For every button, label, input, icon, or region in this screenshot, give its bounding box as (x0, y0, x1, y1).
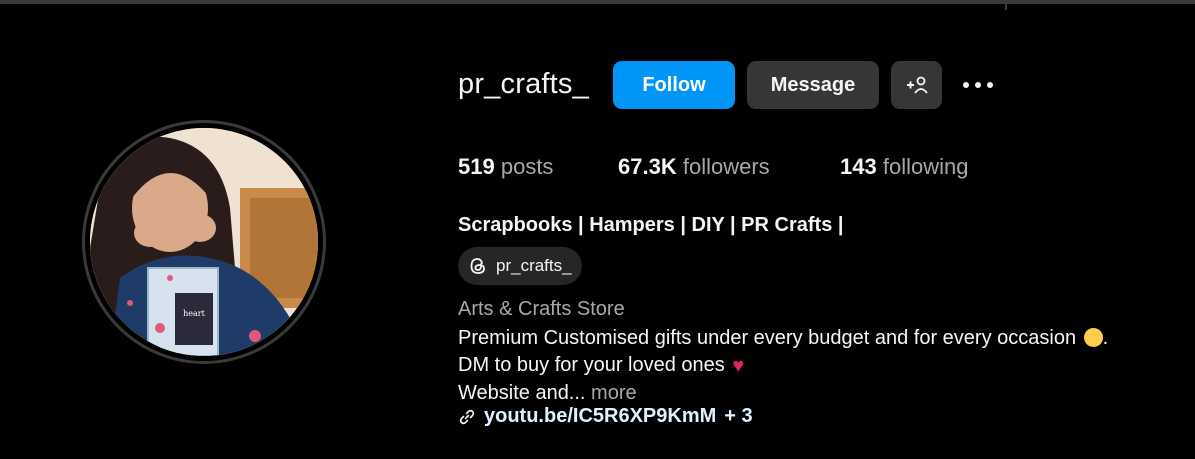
posts-count: 519 posts (458, 154, 554, 179)
more-horizontal-icon-dot (987, 82, 993, 88)
link-icon (459, 409, 475, 424)
profile-full-name: Scrapbooks | Hampers | DIY | PR Crafts | (458, 214, 844, 236)
threads-handle: pr_crafts_ (496, 256, 572, 275)
svg-text:heart: heart (183, 309, 205, 318)
message-button[interactable]: Message (747, 61, 879, 109)
more-horizontal-icon-dot (975, 82, 981, 88)
bio-line-1: Premium Customised gifts under every bud… (458, 327, 1109, 349)
profile-link-url[interactable]: youtu.be/IC5R6XP9KmM (484, 405, 716, 428)
bio-more-link[interactable]: more (591, 382, 637, 404)
bio-line-3: Website and... more (458, 382, 637, 404)
follow-button[interactable]: Follow (613, 61, 735, 109)
person-add-icon (906, 76, 928, 94)
red-heart-emoji-icon: ♥ (732, 355, 745, 377)
profile-bio: Premium Customised gifts under every bud… (458, 325, 1178, 407)
followers-link[interactable]: 67.3K followers (618, 154, 770, 180)
following-link[interactable]: 143 following (840, 154, 968, 180)
suggested-accounts-button[interactable] (891, 61, 942, 109)
more-options-button[interactable] (958, 73, 998, 97)
avatar-illustration: heart (90, 128, 318, 356)
profile-username: pr_crafts_ (458, 68, 589, 100)
profile-link[interactable]: youtu.be/IC5R6XP9KmM + 3 (458, 405, 753, 428)
profile-link-extra[interactable]: + 3 (724, 405, 752, 428)
profile-category: Arts & Crafts Store (458, 298, 625, 320)
avatar-photo: heart (90, 128, 318, 356)
smiling-face-emoji-icon (1083, 328, 1103, 347)
bio-line-2: DM to buy for your loved ones ♥ (458, 352, 1178, 380)
profile-avatar[interactable]: heart (82, 120, 326, 364)
threads-icon (470, 258, 485, 274)
top-border-notch (1005, 4, 1007, 10)
top-border (0, 0, 1195, 4)
threads-badge[interactable]: pr_crafts_ (458, 247, 582, 285)
more-horizontal-icon (963, 82, 969, 88)
